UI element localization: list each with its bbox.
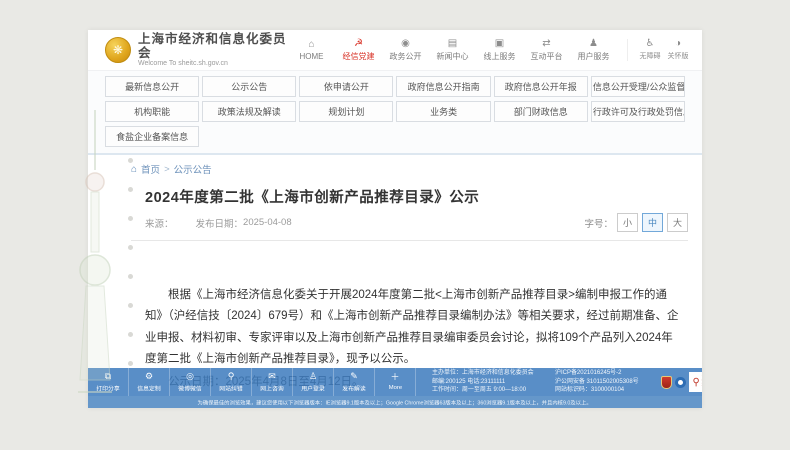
eye-icon: ◑ (674, 38, 682, 49)
breadcrumb-current[interactable]: 公示公告 (174, 162, 212, 176)
site-error-report-badge[interactable]: ⚲ 政府网站找错 (689, 372, 702, 392)
accessibility-button[interactable]: ♿ 无障碍 (636, 39, 664, 61)
subnav-business[interactable]: 业务类 (396, 101, 491, 122)
subnav-annual-report[interactable]: 政府信息公开年报 (493, 76, 588, 97)
subnav-public-supervision[interactable]: 信息公开受理/公众监督 (590, 76, 685, 97)
nav-item-gov-disclosure[interactable]: ◉ 政务公开 (382, 37, 429, 62)
red-magnifier-icon: ⚲ (692, 376, 700, 388)
plus-icon: ＋ (390, 372, 400, 382)
subnav-policies[interactable]: 政策法规及解读 (202, 101, 297, 122)
site-title-block[interactable]: 上海市经济和信息化委员会 Welcome To sheitc.sh.gov.cn (138, 32, 288, 69)
footer-toolbar: ⧉ 打印分享 ⚙ 信息定制 ◎ 微博微信 ⚲ 网站纠错 ✉ 网上咨询 ♙ 用户登… (88, 368, 702, 396)
interaction-icon: ⇄ (542, 37, 551, 49)
footer-host-unit: 主办单位：上海市经济和信息化委员会 (432, 369, 534, 376)
accessibility-nav: ♿ 无障碍 ◑ 关怀版 (627, 39, 692, 61)
subnav-latest-disclosure[interactable]: 最新信息公开 (105, 76, 200, 97)
tool-info-customize[interactable]: ⚙ 信息定制 (129, 368, 170, 396)
browser-note: 为确保最佳的浏览效果，建议您使用以下浏览器版本：IE浏览器9.1版本及以上；Go… (197, 400, 592, 407)
footer-info: 主办单位：上海市经济和信息化委员会 邮编:200125 电话:23111111 … (432, 368, 702, 396)
main-nav: ⌂ HOME ☭ 经信党建 ◉ 政务公开 ▤ 新闻中心 ▣ 线上服务 ⇄ 互动平… (288, 37, 617, 62)
nav-item-user-service[interactable]: ♟ 用户服务 (570, 37, 617, 62)
tool-more[interactable]: ＋ More (375, 368, 416, 396)
tool-online-consult[interactable]: ✉ 网上咨询 (252, 368, 293, 396)
login-icon: ♙ (308, 370, 318, 381)
site-header: ❋ 上海市经济和信息化委员会 Welcome To sheitc.sh.gov.… (88, 30, 702, 70)
subnav-finance-info[interactable]: 部门财政信息 (493, 101, 588, 122)
party-emblem-icon: ☭ (354, 37, 363, 49)
breadcrumb-home[interactable]: 首页 (141, 162, 160, 176)
tool-print-share[interactable]: ⧉ 打印分享 (88, 368, 129, 396)
online-service-icon: ▣ (494, 37, 505, 49)
news-icon: ▤ (447, 37, 458, 49)
fontsize-medium-button[interactable]: 中 (641, 213, 663, 232)
article-meta: 来源： 发布日期： 2025-04-08 字号： 小 中 大 (131, 212, 688, 241)
footer-icp: 沪ICP备2021016245号-2 (554, 369, 621, 376)
subnav-disclosure-guide[interactable]: 政府信息公开指南 (396, 76, 491, 97)
nav-item-news[interactable]: ▤ 新闻中心 (429, 37, 476, 62)
source-label: 来源： (145, 218, 174, 230)
site-subtitle: Welcome To sheitc.sh.gov.cn (138, 60, 228, 68)
magnifier-icon: ⚲ (227, 370, 235, 381)
breadcrumb-separator: > (164, 163, 170, 175)
tool-user-login[interactable]: ♙ 用户登录 (293, 368, 334, 396)
footer-postcode-phone: 邮编:200125 电话:23111111 (432, 377, 506, 385)
paragraph-main: 根据《上海市经济信息化委关于开展2024年度第二批<上海市创新产品推荐目录>编制… (145, 289, 679, 365)
subnav-org-functions[interactable]: 机构职能 (105, 101, 200, 122)
tool-site-correction[interactable]: ⚲ 网站纠错 (211, 368, 252, 396)
footer-badges: ⚲ 政府网站找错 (661, 372, 702, 392)
breadcrumb: ⌂ 首页 > 公示公告 (88, 155, 702, 179)
subnav-public-notices[interactable]: 公示公告 (202, 76, 297, 97)
nav-item-party[interactable]: ☭ 经信党建 (335, 37, 382, 62)
care-version-button[interactable]: ◑ 关怀版 (664, 39, 692, 61)
tool-social-media[interactable]: ◎ 微博微信 (170, 368, 211, 396)
side-dots-decoration (128, 158, 134, 390)
fontsize-large-button[interactable]: 大 (666, 213, 688, 232)
nav-item-online-service[interactable]: ▣ 线上服务 (476, 37, 523, 62)
disclosure-icon: ◉ (401, 37, 410, 49)
subnav-plans[interactable]: 规划计划 (299, 101, 394, 122)
wheelchair-icon: ♿ (645, 38, 655, 49)
social-icon: ◎ (186, 370, 194, 381)
subnav-request-disclosure[interactable]: 依申请公开 (299, 76, 394, 97)
nav-item-home[interactable]: ⌂ HOME (288, 38, 335, 61)
fontsize-label: 字号： (584, 218, 613, 230)
site-title: 上海市经济和信息化委员会 (138, 31, 287, 60)
publish-date-label: 发布日期： (195, 218, 244, 230)
article-title: 2024年度第二批《上海市创新产品推荐目录》公示 (145, 190, 480, 206)
subnav-salt-enterprises[interactable]: 食盐企业备案信息 (105, 126, 200, 147)
publish-date: 2025-04-08 (243, 217, 292, 228)
footer: ⧉ 打印分享 ⚙ 信息定制 ◎ 微博微信 ⚲ 网站纠错 ✉ 网上咨询 ♙ 用户登… (88, 368, 702, 408)
user-icon: ♟ (589, 37, 598, 49)
footer-work-hours: 工作时间：周一至周五 9:00—18:00 (432, 386, 527, 394)
footer-browser-note-strip: 为确保最佳的浏览效果，建议您使用以下浏览器版本：IE浏览器9.1版本及以上；Go… (88, 396, 702, 408)
footer-security-record: 沪公网安备 31011502005308号 (554, 377, 639, 385)
sub-navigation: 最新信息公开 公示公告 依申请公开 政府信息公开指南 政府信息公开年报 信息公开… (88, 70, 702, 155)
footer-site-code: 网站标识码：3100000104 (554, 386, 624, 394)
consult-icon: ✉ (268, 370, 276, 381)
nav-item-interaction[interactable]: ⇄ 互动平台 (523, 37, 570, 62)
tool-publish-interpret[interactable]: ✎ 发布解读 (334, 368, 375, 396)
page-container: ❋ 上海市经济和信息化委员会 Welcome To sheitc.sh.gov.… (88, 30, 702, 408)
subnav-admin-permits[interactable]: 行政许可及行政处罚信息 (590, 101, 685, 122)
home-icon: ⌂ (308, 38, 315, 50)
police-badge-icon[interactable] (661, 375, 673, 389)
site-logo-icon: ❋ (105, 37, 131, 63)
gear-icon: ⚙ (144, 370, 154, 381)
gov-service-badge-icon[interactable] (675, 376, 687, 388)
fontsize-small-button[interactable]: 小 (616, 213, 638, 232)
share-icon: ⧉ (104, 370, 112, 381)
pencil-icon: ✎ (350, 370, 358, 381)
